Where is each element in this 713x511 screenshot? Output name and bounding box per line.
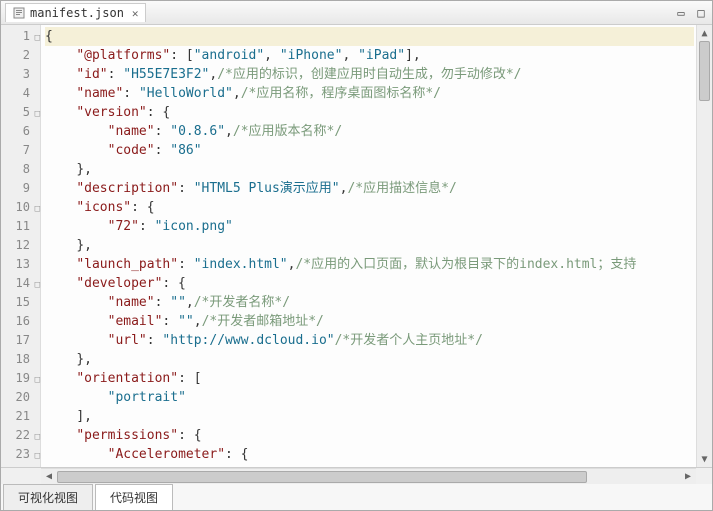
line-number: 5 bbox=[1, 103, 40, 122]
code-line[interactable]: "icons": { bbox=[45, 198, 694, 217]
code-line[interactable]: "72": "icon.png" bbox=[45, 217, 694, 236]
line-number: 16 bbox=[1, 312, 40, 331]
titlebar-actions: ▭ □ bbox=[674, 6, 708, 20]
code-line[interactable]: "portrait" bbox=[45, 388, 694, 407]
code-line[interactable]: "name": "",/*开发者名称*/ bbox=[45, 293, 694, 312]
file-tab-label: manifest.json bbox=[30, 6, 124, 20]
code-line[interactable]: "email": "",/*开发者邮箱地址*/ bbox=[45, 312, 694, 331]
line-number: 2 bbox=[1, 46, 40, 65]
line-number: 7 bbox=[1, 141, 40, 160]
line-number: 17 bbox=[1, 331, 40, 350]
code-line[interactable]: }, bbox=[45, 160, 694, 179]
code-line[interactable]: "orientation": [ bbox=[45, 369, 694, 388]
line-number: 6 bbox=[1, 122, 40, 141]
line-number: 4 bbox=[1, 84, 40, 103]
json-file-icon bbox=[12, 6, 26, 20]
scroll-left-icon[interactable]: ◀ bbox=[41, 469, 57, 485]
code-line[interactable]: "Accelerometer": { bbox=[45, 445, 694, 464]
line-number: 15 bbox=[1, 293, 40, 312]
code-line[interactable]: "name": "0.8.6",/*应用版本名称*/ bbox=[45, 122, 694, 141]
code-line[interactable]: "permissions": { bbox=[45, 426, 694, 445]
code-editor[interactable]: 1234567891011121314151617181920212223 { … bbox=[1, 25, 712, 468]
line-number-gutter: 1234567891011121314151617181920212223 bbox=[1, 25, 41, 467]
code-line[interactable]: }, bbox=[45, 236, 694, 255]
line-number: 11 bbox=[1, 217, 40, 236]
code-line[interactable]: ], bbox=[45, 407, 694, 426]
vertical-scrollbar[interactable]: ▲ ▼ bbox=[696, 25, 712, 467]
code-line[interactable]: "version": { bbox=[45, 103, 694, 122]
horizontal-scroll-thumb[interactable] bbox=[57, 471, 587, 483]
minimize-pane-icon[interactable]: ▭ bbox=[674, 6, 688, 20]
tab-visual-view[interactable]: 可视化视图 bbox=[3, 484, 93, 510]
line-number: 10 bbox=[1, 198, 40, 217]
code-line[interactable]: "url": "http://www.dcloud.io"/*开发者个人主页地址… bbox=[45, 331, 694, 350]
line-number: 22 bbox=[1, 426, 40, 445]
editor-titlebar: manifest.json ✕ ▭ □ bbox=[1, 1, 712, 25]
scroll-down-icon[interactable]: ▼ bbox=[697, 451, 712, 467]
code-content[interactable]: { "@platforms": ["android", "iPhone", "i… bbox=[41, 25, 696, 467]
scroll-right-icon[interactable]: ▶ bbox=[680, 469, 696, 485]
line-number: 12 bbox=[1, 236, 40, 255]
line-number: 8 bbox=[1, 160, 40, 179]
line-number: 21 bbox=[1, 407, 40, 426]
line-number: 9 bbox=[1, 179, 40, 198]
line-number: 20 bbox=[1, 388, 40, 407]
line-number: 3 bbox=[1, 65, 40, 84]
code-line[interactable]: "name": "HelloWorld",/*应用名称，程序桌面图标名称*/ bbox=[45, 84, 694, 103]
code-line[interactable]: "developer": { bbox=[45, 274, 694, 293]
line-number: 13 bbox=[1, 255, 40, 274]
line-number: 14 bbox=[1, 274, 40, 293]
code-line[interactable]: "description": "HTML5 Plus演示应用",/*应用描述信息… bbox=[45, 179, 694, 198]
line-number: 18 bbox=[1, 350, 40, 369]
close-tab-icon[interactable]: ✕ bbox=[132, 7, 139, 20]
code-line[interactable]: "@platforms": ["android", "iPhone", "iPa… bbox=[45, 46, 694, 65]
horizontal-scrollbar[interactable]: ◀ ▶ bbox=[41, 468, 696, 484]
vertical-scroll-thumb[interactable] bbox=[699, 41, 710, 101]
code-line[interactable]: { bbox=[45, 27, 694, 46]
scroll-up-icon[interactable]: ▲ bbox=[697, 25, 712, 41]
line-number: 1 bbox=[1, 27, 40, 46]
file-tab[interactable]: manifest.json ✕ bbox=[5, 3, 146, 22]
view-tabs: 可视化视图 代码视图 bbox=[1, 484, 712, 510]
code-line[interactable]: "id": "H55E7E3F2",/*应用的标识，创建应用时自动生成，勿手动修… bbox=[45, 65, 694, 84]
code-line[interactable]: }, bbox=[45, 350, 694, 369]
line-number: 23 bbox=[1, 445, 40, 464]
code-line[interactable]: "code": "86" bbox=[45, 141, 694, 160]
code-line[interactable]: "launch_path": "index.html",/*应用的入口页面，默认… bbox=[45, 255, 694, 274]
horizontal-scroll-track[interactable] bbox=[57, 471, 680, 483]
maximize-pane-icon[interactable]: □ bbox=[694, 6, 708, 20]
line-number: 19 bbox=[1, 369, 40, 388]
tab-code-view[interactable]: 代码视图 bbox=[95, 484, 173, 510]
